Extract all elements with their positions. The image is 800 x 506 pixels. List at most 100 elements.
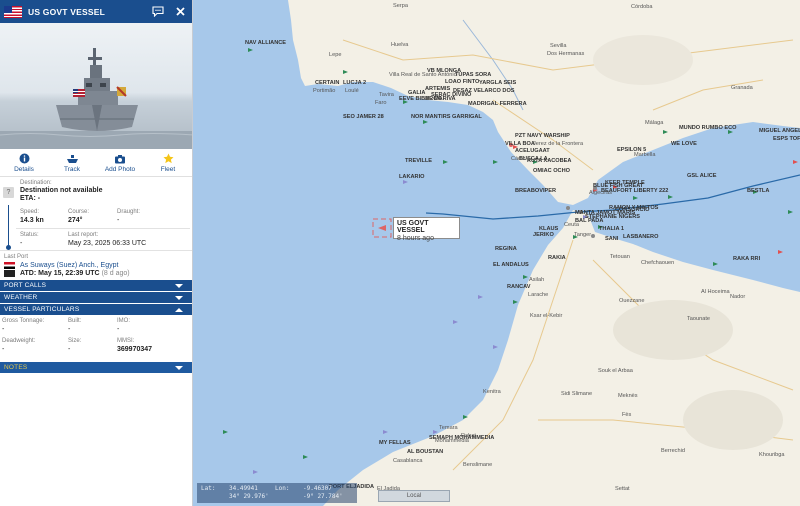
draught-value: - [117,217,120,224]
ship-label[interactable]: YARGLA SEIS [479,80,516,86]
speed-value: 14.3 kn [20,217,44,224]
scale-button[interactable]: Local [378,490,450,502]
vessel-name: US GOVT VESSEL [28,6,105,17]
ship-label[interactable]: AL MARIVA [425,96,456,102]
ship-label[interactable]: NOR MANTIRS GARRIGAL [411,114,482,120]
details-button[interactable]: Details [0,149,48,176]
town-label: Lepe [329,52,342,58]
ship-label[interactable]: GSL ALICE [687,173,717,179]
lat-decimal: 34.49941 [229,485,258,492]
ship-label[interactable]: PZT NAVY WARSHIP [515,133,570,139]
ship-label[interactable]: RAKA RRI [733,256,760,262]
town-label: Serpa [393,3,408,9]
lon-decimal: -9.46307 [303,485,332,492]
weather-section[interactable]: WEATHER [0,291,192,303]
ship-label[interactable]: TUPAS SORA [455,72,491,78]
course-value: 274° [68,217,83,224]
vessel-popup[interactable]: US GOVT VESSEL 8 hours ago [393,217,460,242]
popup-title: US GOVT VESSEL [397,220,429,234]
town-label: Meknès [618,393,638,399]
atd-flag-icon [4,270,15,277]
last-port-link[interactable]: As Suways (Suez) Anch., Egypt [20,262,118,269]
town-label: Temara [439,425,458,431]
town-label: Kenitra [483,389,501,395]
ship-label[interactable]: LUCJA 2 [343,80,366,86]
fleet-button[interactable]: Fleet [144,149,192,176]
add-photo-button[interactable]: Add Photo [96,149,144,176]
town-label: Sidi Slimane [561,391,593,397]
ship-label[interactable]: SANI [605,236,618,242]
town-label: Tetouan [610,254,630,260]
app-root: US GOVT VESSEL Details Track Add Photo F… [0,0,800,506]
town-label: Settat [615,486,630,492]
town-label: Sevilla [550,43,567,49]
town-label: Ouezzane [619,298,645,304]
ship-label[interactable]: ACELUGAAT [515,148,550,154]
ship-label[interactable]: MY FELLAS [379,440,411,446]
ship-label[interactable]: SEO JAMER 28 [343,114,384,120]
chevron-down-icon [175,283,183,288]
star-icon [163,153,173,164]
town-label: Granada [731,85,753,91]
town-label: Marbella [634,152,656,158]
ship-label[interactable]: MIGUEL ANGEL [759,128,800,134]
town-label: Chefchaouen [641,260,675,266]
vessel-target-marker[interactable] [372,218,392,238]
notes-section[interactable]: NOTES [0,361,192,373]
town-label: Tavira [379,92,394,98]
ship-label[interactable]: BAL PADA [575,218,603,224]
ship-label[interactable]: RUTA XACOBEA [527,158,571,164]
map-view[interactable]: NAV ALLIANCE CERTAIN LUCJA 2 VB MLONGA TUPAS… [193,0,800,506]
ship-label[interactable]: TREVILLE [405,158,432,164]
vessel-particulars: Gross Tonnage: - Built: - IMO: - Deadwei… [2,318,153,353]
town-label: Asilah [529,277,545,283]
question-icon: ? [3,187,14,198]
ship-label[interactable]: BREABOVIPER [515,188,556,194]
ship-label[interactable]: JERIKO [533,232,554,238]
town-label: Khouribga [759,452,785,458]
town-label: Faro [375,100,387,106]
town-label: Berrechid [661,448,685,454]
ship-label[interactable]: EL ANDALUS [493,262,529,268]
map-canvas[interactable] [193,0,800,506]
ship-label[interactable]: VILLA BOA [505,141,535,147]
ship-label[interactable]: DESAZ VELARCO DOS [453,88,515,94]
ship-label[interactable]: LAKARIO [399,174,424,180]
last-report-value: May 23, 2025 06:33 UTC [68,240,147,247]
ship-label[interactable]: LOAO FINTO [445,79,479,85]
close-icon[interactable] [172,4,188,20]
eta-value: ETA: - [20,195,41,202]
info-icon [19,153,29,164]
camera-icon [115,155,125,164]
ship-label[interactable]: THALIA 1 [599,226,624,232]
town-label: Ksar el-Kebir [530,313,563,319]
status-value: - [20,240,23,247]
town-label: Ceuta [564,222,579,228]
town-label: Tanger [574,232,592,238]
chat-icon[interactable] [150,4,166,20]
ship-label[interactable]: RANCAV [507,284,531,290]
ship-label[interactable]: AL BOUSTAN [407,449,443,455]
port-calls-section[interactable]: PORT CALLS [0,279,192,291]
action-bar: Details Track Add Photo Fleet [0,149,192,177]
ship-label[interactable]: ESPS TOFINO [773,136,800,142]
ship-label[interactable]: OMIAC OCHO [533,168,570,174]
ship-label[interactable]: WE LOVE [671,141,697,147]
vessel-info-panel: US GOVT VESSEL Details Track Add Photo F… [0,0,193,506]
ship-label[interactable]: NAV ALLIANCE [245,40,286,46]
ship-label[interactable]: RAKIA [548,255,566,261]
vessel-photo[interactable] [0,23,192,149]
ship-label[interactable]: MADRIGAL FERRERA [468,101,527,107]
ship-label[interactable]: REGINA [495,246,517,252]
ship-label[interactable]: MUNDO RUMBO ECO [679,125,737,131]
town-label: Huelva [391,42,409,48]
town-label: Nador [730,294,746,300]
chevron-down-icon [175,295,183,300]
ship-label[interactable]: CERTAIN [315,80,339,86]
vessel-particulars-section[interactable]: VESSEL PARTICULARS [0,303,192,315]
town-label: Al Hoceima [701,289,730,295]
ship-label[interactable]: LASBANERO [623,234,658,240]
track-button[interactable]: Track [48,149,96,176]
warship-image [0,48,192,149]
ship-label[interactable]: BESTLA [747,188,769,194]
